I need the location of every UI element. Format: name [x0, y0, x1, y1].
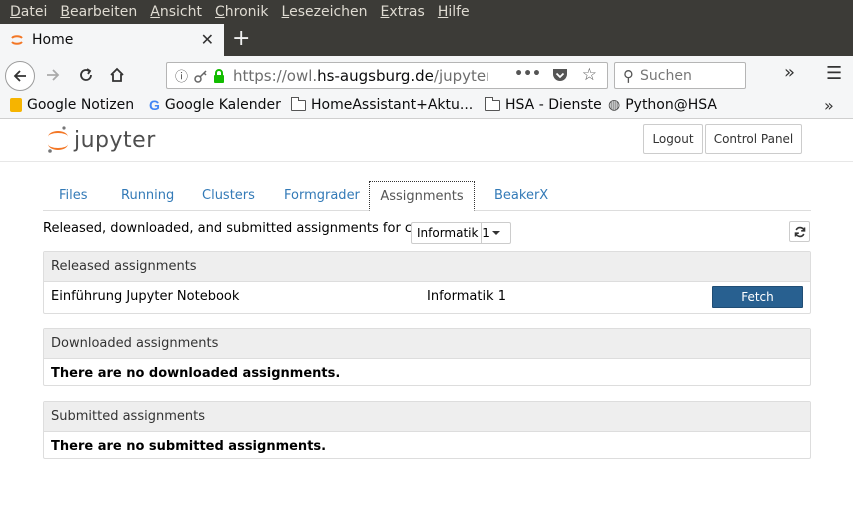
toolbar-overflow-icon[interactable]: »	[784, 62, 795, 83]
url-path: /jupyter/u	[433, 66, 488, 85]
bookmark-label: Google Notizen	[27, 97, 135, 113]
pocket-icon[interactable]	[552, 68, 568, 83]
hamburger-menu-icon[interactable]: ☰	[826, 63, 842, 84]
released-assignments-panel: Released assignments Einführung Jupyter …	[43, 251, 811, 314]
assignment-course: Informatik 1	[427, 288, 506, 304]
home-icon[interactable]	[104, 62, 130, 88]
url-bar[interactable]: ⓘ https://owl.hs-augsburg.de/jupyter/u •…	[166, 62, 608, 89]
submitted-empty-message: There are no submitted assignments.	[51, 438, 327, 454]
fetch-button[interactable]: Fetch	[712, 286, 803, 308]
browser-tab-home[interactable]: Home ✕	[0, 24, 224, 56]
search-input[interactable]: ⚲ Suchen	[614, 62, 746, 89]
jupyter-wordmark: jupyter	[74, 127, 156, 153]
folder-icon	[291, 96, 306, 111]
bookmark-google-kalender[interactable]: G Google Kalender	[149, 97, 281, 113]
released-assignments-heading: Released assignments	[44, 252, 810, 282]
tab-beakerx[interactable]: BeakerX	[494, 181, 548, 210]
bookmark-label: Google Kalender	[164, 97, 281, 113]
key-icon	[194, 69, 207, 83]
menu-extras[interactable]: Extras	[381, 4, 425, 20]
menu-bar: Datei Bearbeiten Ansicht Chronik Lesezei…	[0, 0, 853, 24]
jupyter-logo-icon	[48, 126, 68, 153]
jupyter-header: jupyter Logout Control Panel	[0, 119, 853, 162]
globe-icon: ◍	[608, 97, 621, 113]
chevron-down-icon	[481, 223, 510, 243]
back-arrow-icon[interactable]	[5, 61, 35, 91]
close-tab-icon[interactable]: ✕	[201, 30, 214, 49]
bookmarks-overflow-icon[interactable]: »	[824, 96, 834, 115]
tab-strip: Home ✕ +	[0, 24, 853, 56]
page-actions-icon[interactable]: •••	[514, 66, 541, 82]
tab-formgrader[interactable]: Formgrader	[284, 181, 360, 210]
bookmark-homeassistant[interactable]: HomeAssistant+Aktu...	[291, 96, 474, 113]
refresh-icon	[794, 226, 805, 237]
menu-hilfe[interactable]: Hilfe	[438, 4, 470, 20]
tab-running[interactable]: Running	[121, 181, 174, 210]
jupyter-tabs: Files Running Clusters Formgrader Assign…	[43, 181, 811, 211]
bookmark-star-icon[interactable]: ☆	[582, 65, 597, 85]
bookmark-label: Python@HSA	[625, 97, 717, 113]
menu-bearbeiten[interactable]: Bearbeiten	[60, 4, 137, 20]
reload-icon[interactable]	[73, 62, 99, 88]
folder-icon	[485, 96, 500, 111]
url-text[interactable]: https://owl.hs-augsburg.de/jupyter/u	[233, 67, 488, 85]
search-icon: ⚲	[623, 66, 634, 85]
course-select-value: Informatik 1	[417, 226, 490, 240]
keep-icon	[10, 98, 22, 112]
list-item: Einführung Jupyter Notebook Informatik 1…	[44, 282, 810, 310]
bookmark-label: HomeAssistant+Aktu...	[311, 97, 474, 113]
bookmark-python-hsa[interactable]: ◍ Python@HSA	[608, 97, 717, 113]
jupyter-logo[interactable]: jupyter	[46, 125, 156, 155]
logout-button[interactable]: Logout	[643, 124, 703, 154]
submitted-assignments-panel: Submitted assignments There are no submi…	[43, 401, 811, 459]
url-prefix: https://owl.	[233, 66, 318, 85]
lock-icon	[214, 68, 225, 83]
search-placeholder: Suchen	[640, 67, 692, 84]
bookmarks-bar: Google Notizen G Google Kalender HomeAss…	[0, 94, 853, 119]
menu-ansicht[interactable]: Ansicht	[150, 4, 202, 20]
control-panel-button[interactable]: Control Panel	[705, 124, 802, 154]
course-select[interactable]: Informatik 1	[411, 222, 511, 244]
nav-toolbar: ⓘ https://owl.hs-augsburg.de/jupyter/u •…	[0, 56, 853, 94]
downloaded-empty-message: There are no downloaded assignments.	[51, 365, 341, 381]
tab-clusters[interactable]: Clusters	[202, 181, 255, 210]
menu-chronik[interactable]: Chronik	[215, 4, 269, 20]
jupyter-page: jupyter Logout Control Panel Files Runni…	[0, 119, 853, 516]
bookmark-hsa-dienste[interactable]: HSA - Dienste	[485, 96, 602, 113]
tab-files[interactable]: Files	[59, 181, 88, 210]
bookmark-google-notizen[interactable]: Google Notizen	[10, 97, 134, 113]
tab-assignments[interactable]: Assignments	[369, 181, 475, 211]
new-tab-icon[interactable]: +	[232, 27, 250, 51]
downloaded-assignments-panel: Downloaded assignments There are no down…	[43, 328, 811, 386]
bookmark-label: HSA - Dienste	[505, 97, 602, 113]
menu-lesezeichen[interactable]: Lesezeichen	[282, 4, 368, 20]
jupyter-favicon-icon	[11, 35, 23, 45]
submitted-assignments-heading: Submitted assignments	[44, 402, 810, 432]
url-domain: hs-augsburg.de	[317, 66, 434, 85]
assignment-name: Einführung Jupyter Notebook	[51, 288, 240, 304]
google-icon: G	[149, 97, 160, 113]
course-label: Released, downloaded, and submitted assi…	[43, 221, 453, 236]
tab-title: Home	[32, 32, 74, 48]
refresh-button[interactable]	[789, 221, 810, 242]
info-icon[interactable]: ⓘ	[175, 66, 188, 85]
forward-arrow-icon[interactable]	[40, 62, 66, 88]
menu-datei[interactable]: Datei	[10, 4, 47, 20]
downloaded-assignments-heading: Downloaded assignments	[44, 329, 810, 359]
